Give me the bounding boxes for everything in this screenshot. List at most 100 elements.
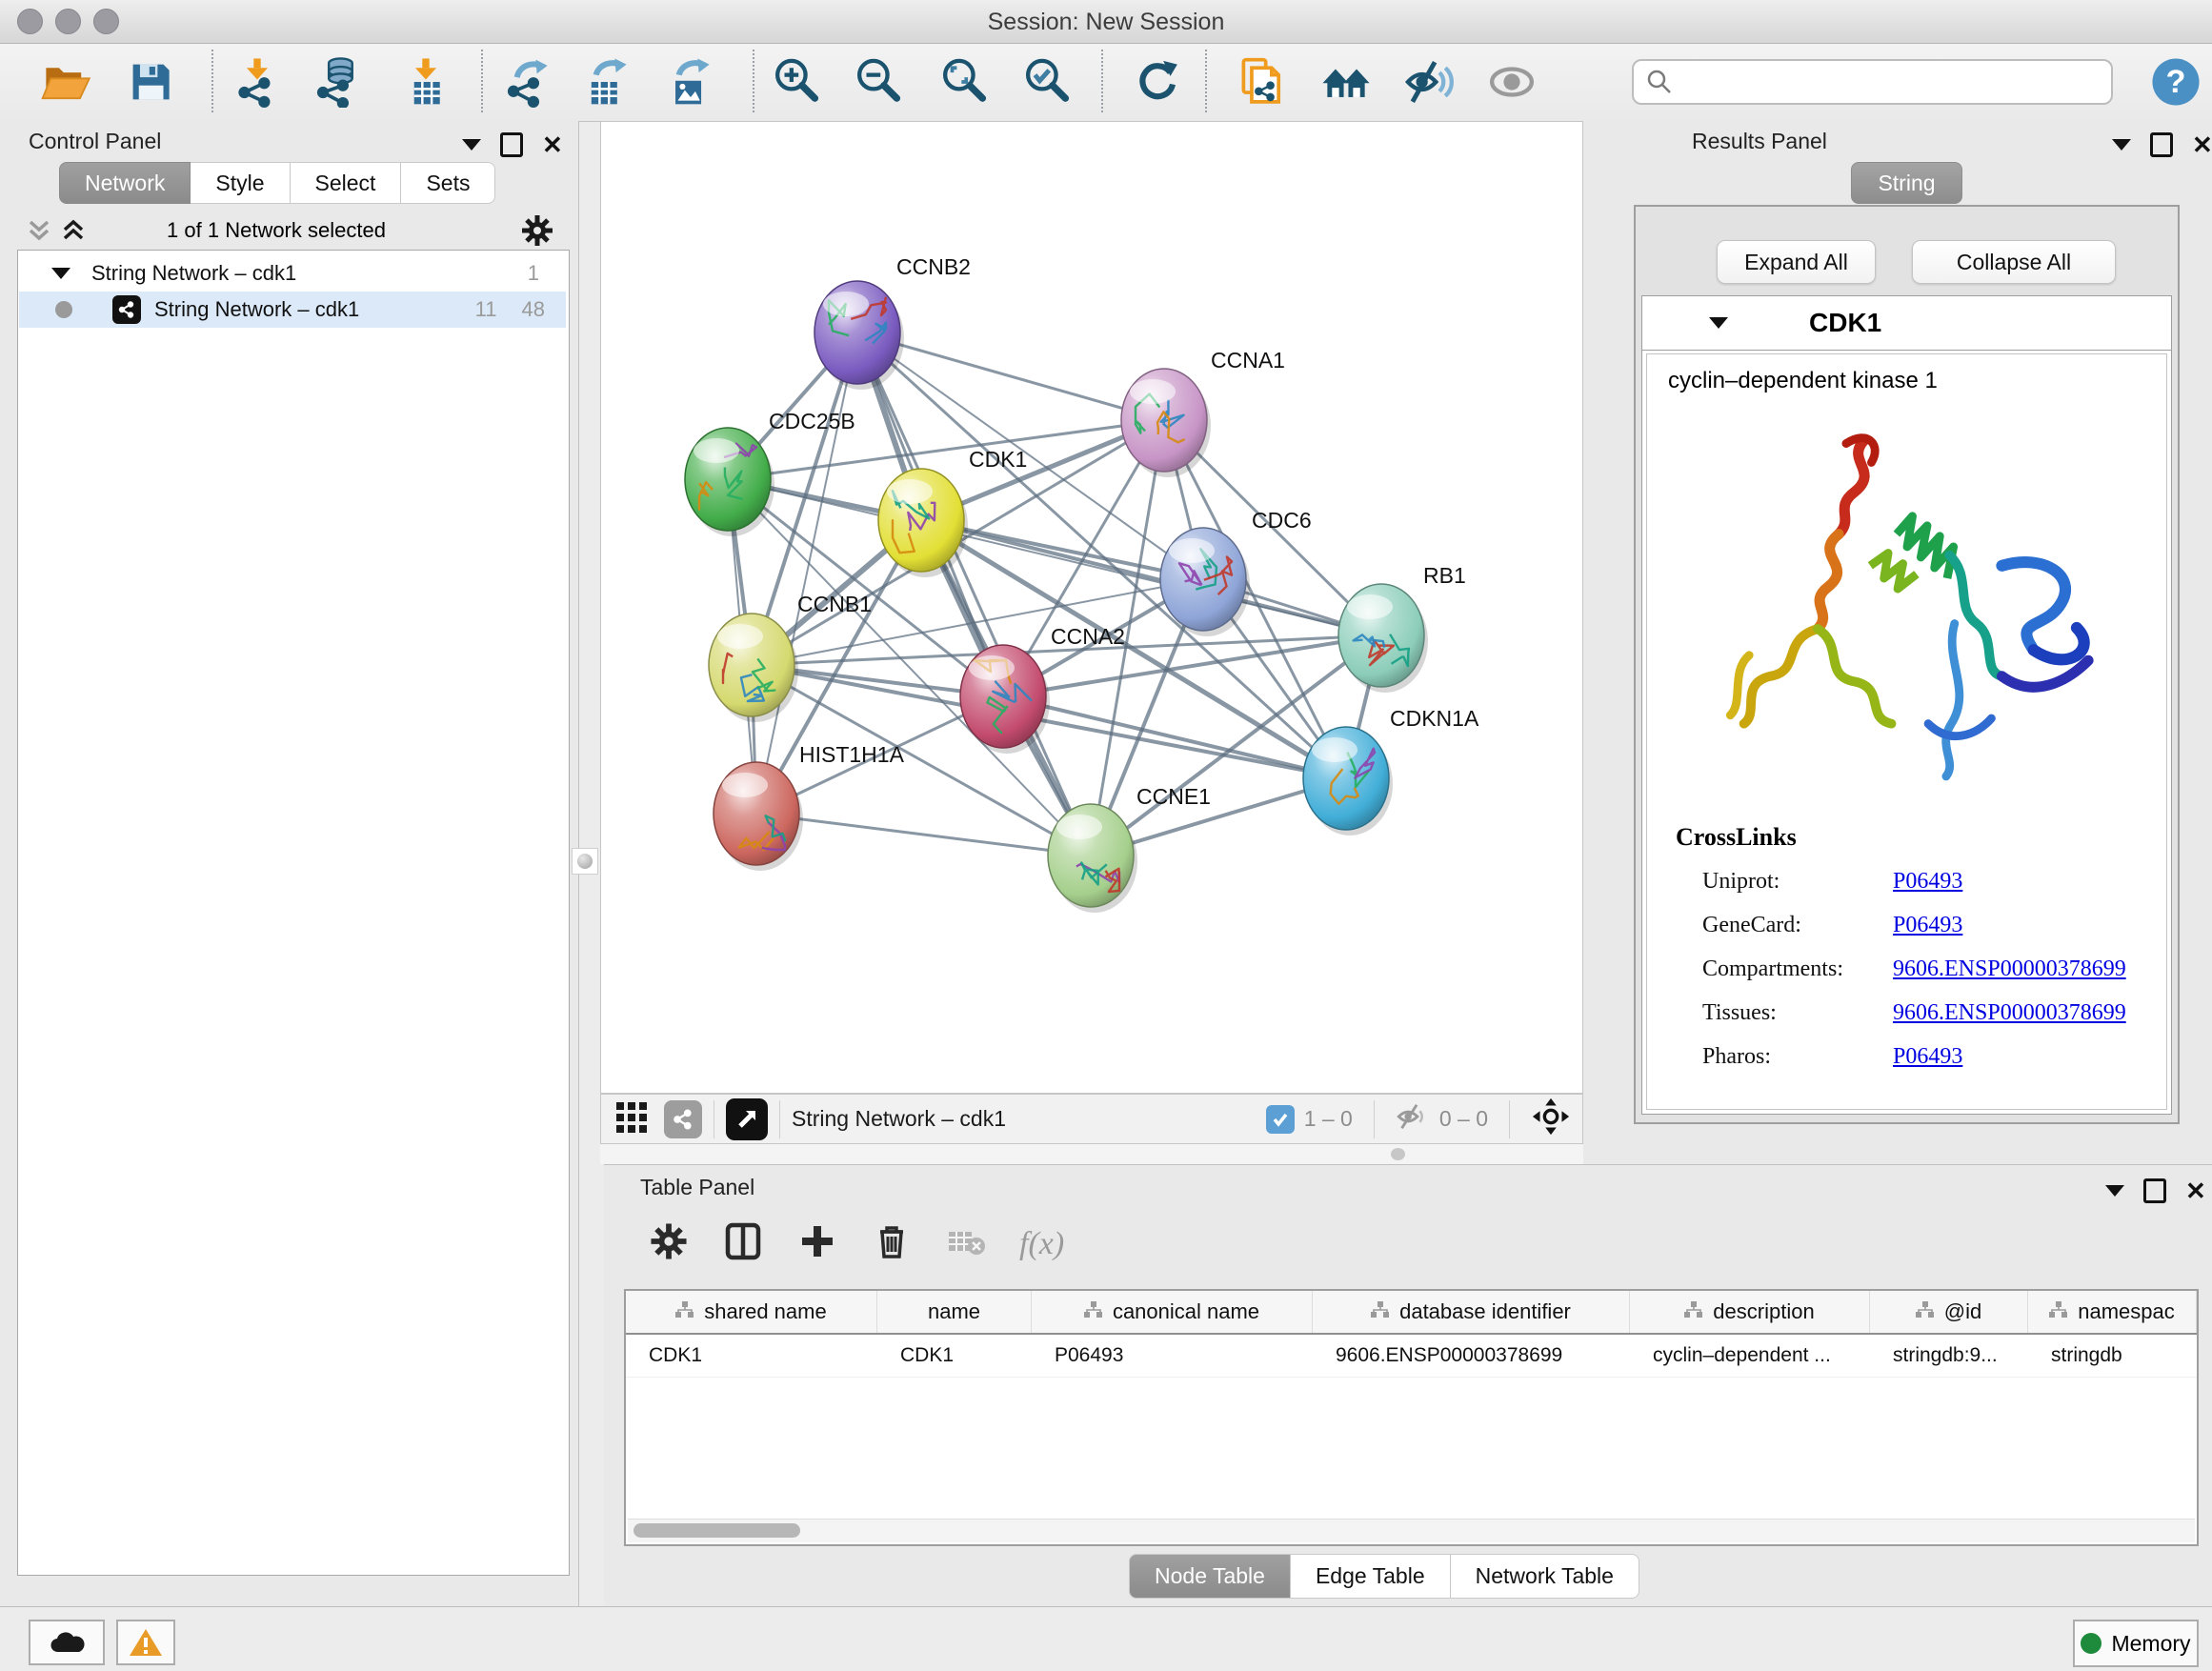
entry-collapse-icon[interactable] [1709, 317, 1728, 329]
crosslink-value-link[interactable]: P06493 [1893, 1044, 1962, 1070]
results-panel-menu-icon[interactable] [2112, 139, 2131, 151]
tab-edge-table[interactable]: Edge Table [1291, 1554, 1451, 1599]
column-header-description[interactable]: description [1630, 1291, 1870, 1333]
search-input[interactable] [1632, 59, 2113, 105]
column-header-name[interactable]: name [877, 1291, 1032, 1333]
network-selection-status: 1 of 1 Network selected [95, 218, 457, 243]
node-CDKN1A[interactable]: CDKN1A [1303, 706, 1479, 836]
results-panel-close-icon[interactable]: ✕ [2192, 135, 2212, 154]
tab-sets[interactable]: Sets [401, 162, 495, 204]
crosslinks-title: CrossLinks [1676, 823, 2166, 852]
tab-network[interactable]: Network [59, 162, 191, 204]
collapse-all-button[interactable]: Collapse All [1912, 240, 2116, 284]
memory-button[interactable]: Memory [2073, 1620, 2199, 1667]
collection-expander-icon[interactable] [51, 268, 70, 279]
import-network-database-icon[interactable] [308, 51, 369, 112]
home-icon[interactable] [1316, 51, 1377, 112]
column-header-database-identifier[interactable]: database identifier [1313, 1291, 1630, 1333]
scrollbar-thumb[interactable] [633, 1523, 800, 1538]
export-image-icon[interactable] [660, 51, 721, 112]
column-header--id[interactable]: @id [1870, 1291, 2028, 1333]
open-session-icon[interactable] [34, 51, 95, 112]
add-column-icon[interactable] [796, 1220, 838, 1267]
control-panel-float-icon[interactable] [500, 132, 523, 157]
crosslink-value-link[interactable]: 9606.ENSP00000378699 [1893, 956, 2126, 982]
left-splitter-handle[interactable] [572, 848, 598, 875]
results-panel: Results Panel ✕ String Expand All Collap… [1583, 121, 2212, 1164]
selected-checkbox-icon[interactable] [1266, 1105, 1295, 1134]
import-table-icon[interactable] [395, 51, 456, 112]
tab-node-table[interactable]: Node Table [1129, 1554, 1291, 1599]
grid-view-icon[interactable] [614, 1099, 649, 1138]
cloud-status-button[interactable] [29, 1620, 105, 1665]
results-panel-float-icon[interactable] [2150, 132, 2173, 157]
show-all-eye-icon[interactable] [1481, 51, 1542, 112]
node-CDC25B[interactable]: CDC25B [685, 409, 855, 536]
control-panel-close-icon[interactable]: ✕ [542, 135, 563, 154]
tab-string[interactable]: String [1851, 162, 1962, 204]
zoom-fit-icon[interactable] [935, 51, 995, 112]
node-label-CCNA2: CCNA2 [1051, 624, 1125, 649]
network-view-canvas[interactable]: CCNB2CCNA1CDC25BCDK1CDC6RB1CCNB1CCNA2CDK… [600, 121, 1583, 1094]
edge-CCNB2-CCNE1[interactable] [857, 332, 1091, 856]
hide-selected-eye-icon[interactable] [1398, 51, 1459, 112]
tab-select[interactable]: Select [291, 162, 402, 204]
table-horizontal-scrollbar[interactable] [628, 1519, 2195, 1542]
network-column-icon [2049, 1299, 2068, 1324]
table-row[interactable]: CDK1CDK1P064939606.ENSP00000378699cyclin… [626, 1335, 2197, 1378]
function-builder-icon[interactable]: f(x) [1019, 1226, 1064, 1262]
crosslink-value-link[interactable]: P06493 [1893, 869, 1962, 895]
delete-column-icon[interactable] [871, 1220, 913, 1267]
node-CCNB2[interactable]: CCNB2 [814, 254, 971, 390]
collapse-all-icon[interactable] [27, 216, 51, 250]
network-column-icon [1084, 1299, 1103, 1324]
horizontal-splitter[interactable] [600, 1144, 1583, 1164]
entry-header[interactable]: CDK1 [1642, 296, 2171, 351]
crosslink-value-link[interactable]: P06493 [1893, 913, 1962, 938]
column-header-canonical-name[interactable]: canonical name [1032, 1291, 1313, 1333]
delete-table-icon[interactable] [945, 1220, 987, 1267]
column-header-shared-name[interactable]: shared name [626, 1291, 877, 1333]
export-table-icon[interactable] [577, 51, 638, 112]
export-network-icon[interactable] [498, 51, 559, 112]
splitter-handle-dot[interactable] [1391, 1148, 1405, 1160]
string-style-icon[interactable] [664, 1100, 702, 1138]
table-options-gear-icon[interactable] [648, 1220, 690, 1267]
expand-all-icon[interactable] [61, 216, 86, 250]
network-current-dot [55, 301, 72, 318]
tab-style[interactable]: Style [191, 162, 290, 204]
table-panel-float-icon[interactable] [2143, 1178, 2166, 1203]
zoom-selected-icon[interactable] [1017, 51, 1078, 112]
zoom-out-icon[interactable] [849, 51, 910, 112]
tab-network-table[interactable]: Network Table [1451, 1554, 1639, 1599]
help-icon[interactable]: ? [2145, 51, 2206, 112]
network-options-gear-icon[interactable] [519, 212, 555, 253]
node-CCNB1[interactable]: CCNB1 [709, 592, 872, 722]
share-document-icon[interactable] [1232, 51, 1293, 112]
warning-status-button[interactable] [116, 1620, 175, 1665]
node-label-CDC6: CDC6 [1252, 508, 1312, 533]
hidden-eye-icon[interactable] [1396, 1102, 1430, 1136]
crosslink-value-link[interactable]: 9606.ENSP00000378699 [1893, 1000, 2126, 1026]
show-columns-icon[interactable] [722, 1220, 764, 1267]
save-session-icon[interactable] [120, 51, 181, 112]
zoom-in-icon[interactable] [767, 51, 828, 112]
column-header-namespac[interactable]: namespac [2028, 1291, 2197, 1333]
import-network-file-icon[interactable] [227, 51, 288, 112]
expand-all-button[interactable]: Expand All [1717, 240, 1876, 284]
network-graph[interactable]: CCNB2CCNA1CDC25BCDK1CDC6RB1CCNB1CCNA2CDK… [601, 122, 1582, 1093]
node-CCNE1[interactable]: CCNE1 [1048, 784, 1211, 913]
network-collection-row[interactable]: String Network – cdk1 1 [19, 255, 566, 292]
fit-content-crosshair-icon[interactable] [1531, 1097, 1571, 1141]
edge-CCNE1-HIST1H1A[interactable] [756, 814, 1091, 856]
birds-eye-view-icon[interactable] [726, 1098, 768, 1140]
table-panel-menu-icon[interactable] [2105, 1185, 2124, 1197]
node-HIST1H1A[interactable]: HIST1H1A [714, 742, 905, 871]
node-CDC6[interactable]: CDC6 [1160, 508, 1312, 636]
table-panel-close-icon[interactable]: ✕ [2185, 1181, 2206, 1200]
control-panel-menu-icon[interactable] [462, 139, 481, 151]
network-row[interactable]: String Network – cdk1 11 48 [19, 292, 566, 328]
node-RB1[interactable]: RB1 [1338, 563, 1466, 693]
refresh-icon[interactable] [1127, 51, 1188, 112]
selected-node-edge-counts: 1 – 0 [1304, 1106, 1353, 1132]
